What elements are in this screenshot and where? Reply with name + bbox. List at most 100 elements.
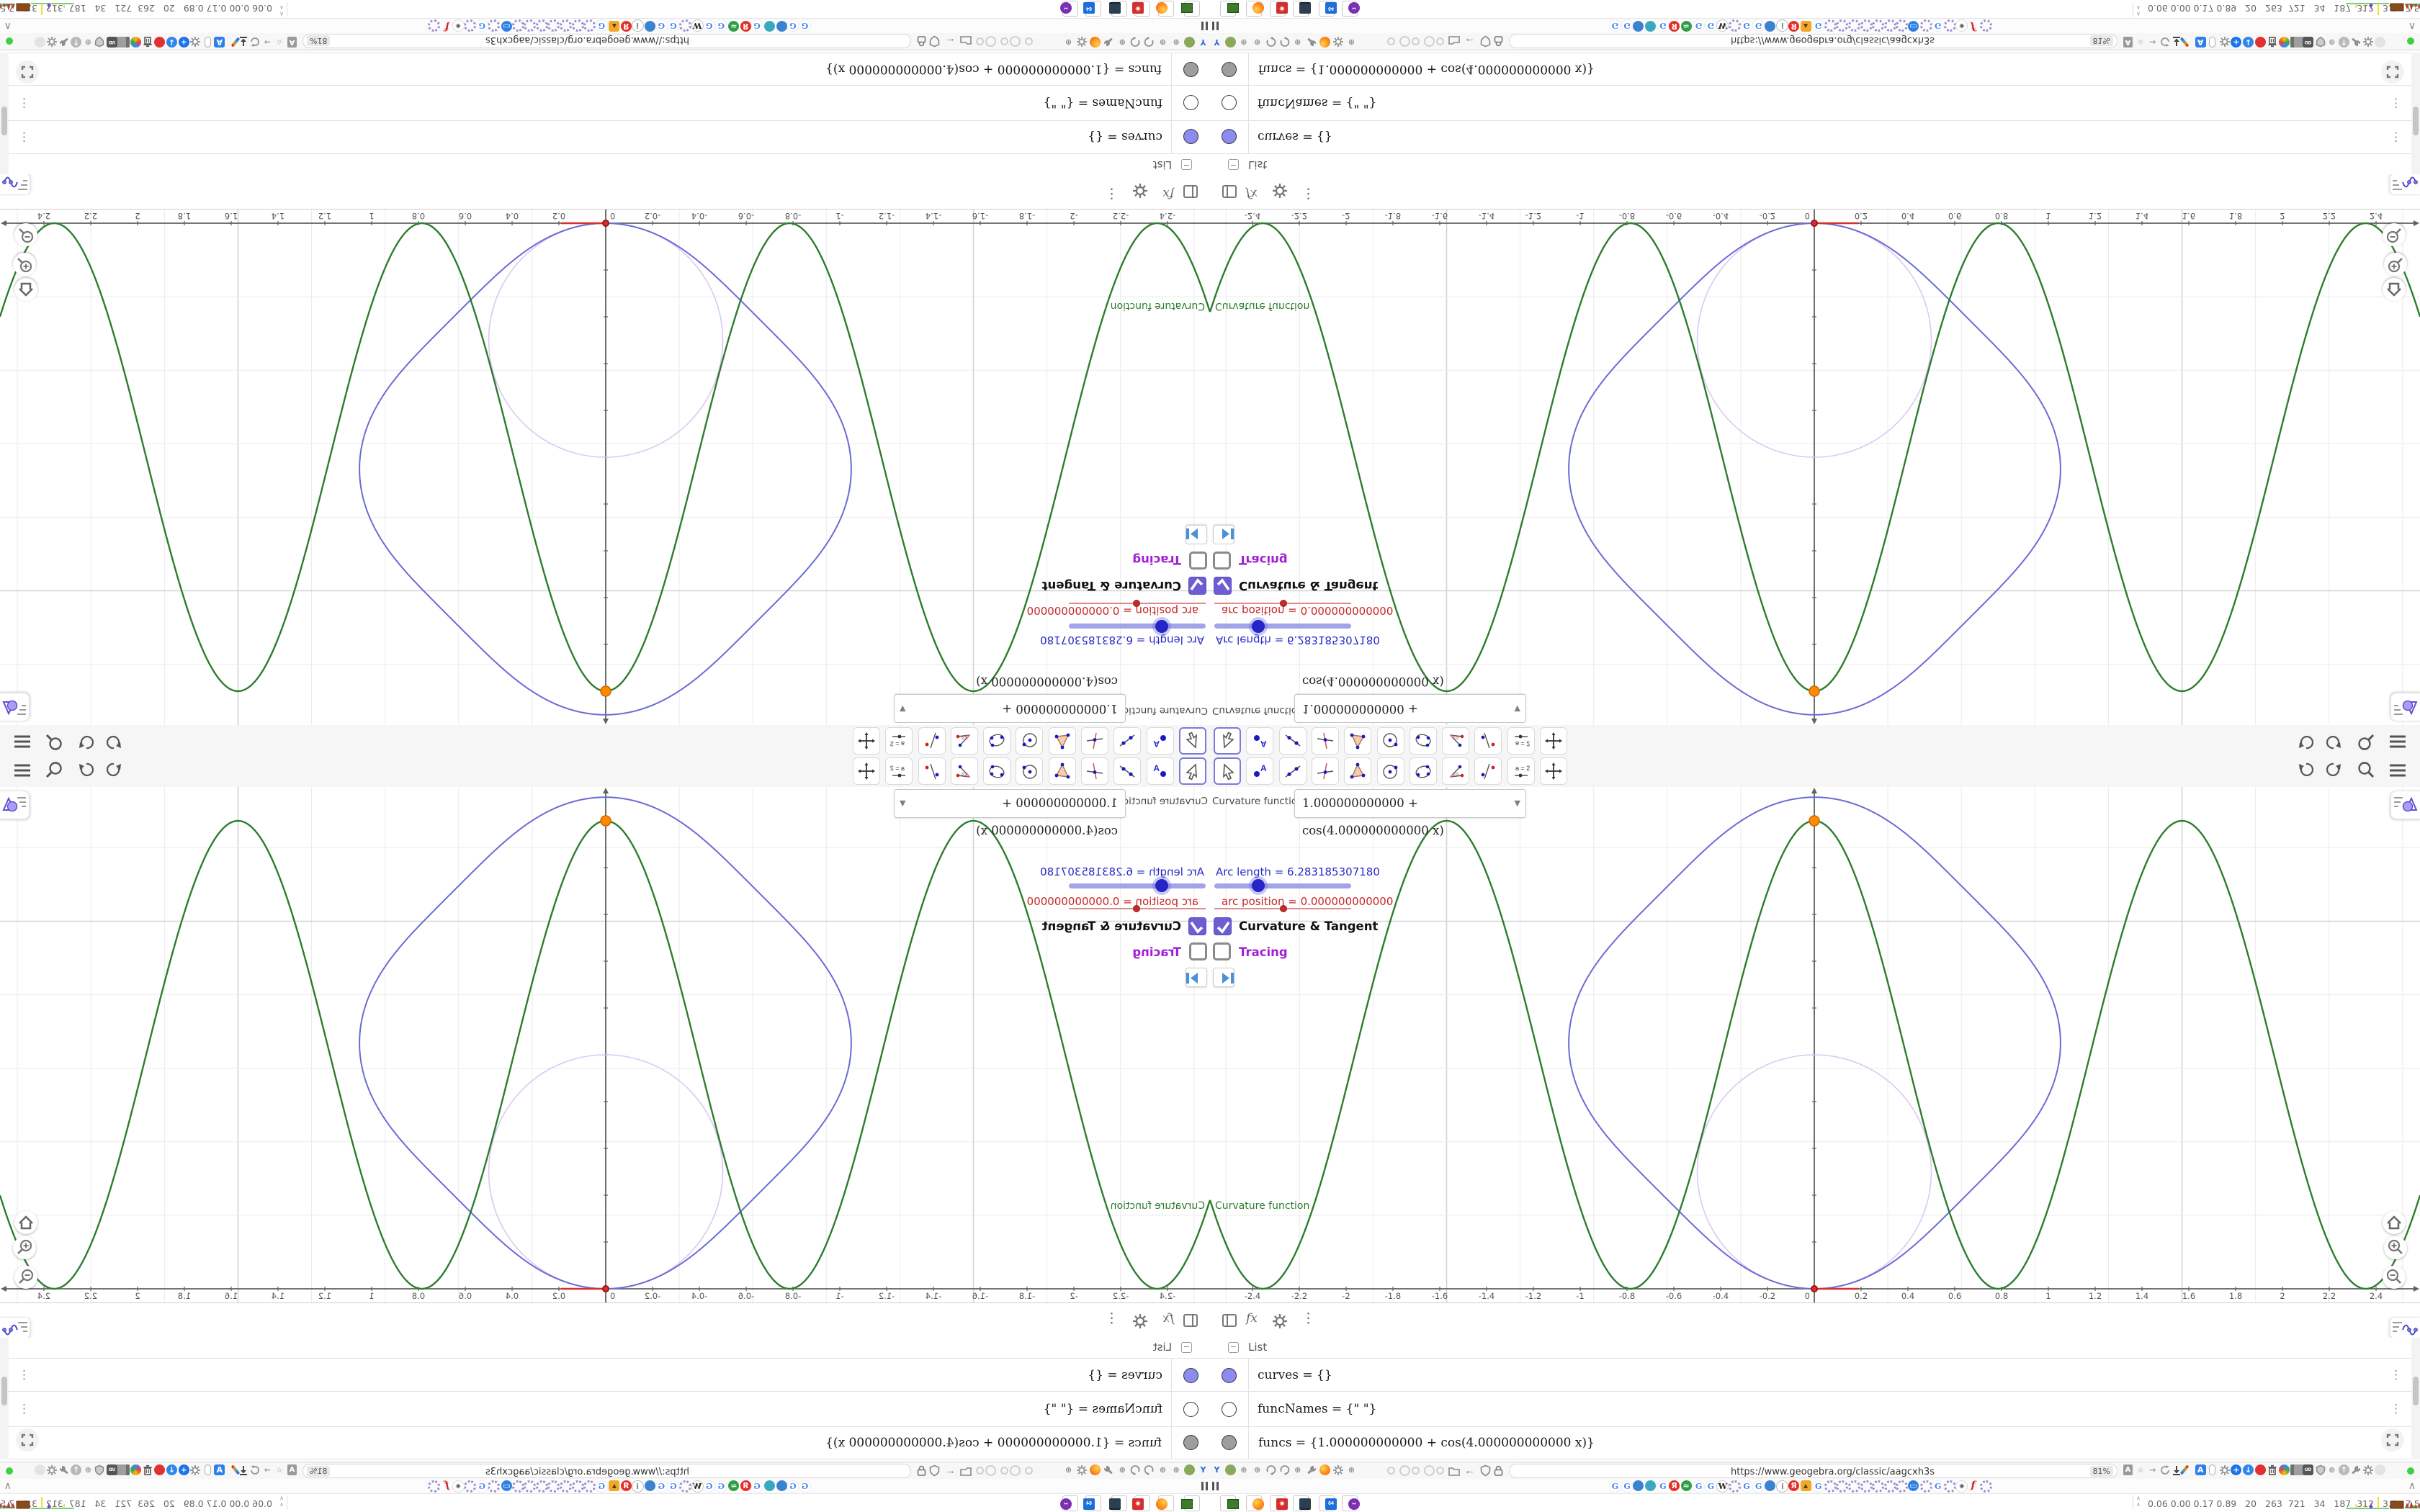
arc-length-slider-knob[interactable]	[1252, 620, 1265, 633]
scrollbar-thumb[interactable]	[2413, 1377, 2419, 1405]
fx-icon[interactable]: fx	[1246, 1311, 1258, 1326]
settings-app-icon[interactable]: ✷	[1270, 1495, 1288, 1511]
angle-tool[interactable]: α	[1442, 757, 1470, 785]
ellipse-tool[interactable]	[1409, 757, 1437, 785]
bookmark-favicon-G[interactable]: G	[1740, 1480, 1753, 1493]
bookmark-star-icon[interactable]: ☆	[2136, 35, 2148, 48]
globe-icon[interactable]: ⊕	[1346, 1464, 1358, 1477]
redo-icon[interactable]	[75, 760, 97, 782]
reflect-tool[interactable]	[918, 727, 946, 755]
curvature-function-input[interactable]: 1.000000000000 + cos(4.000000000000 x) ▼	[894, 789, 1126, 837]
dropdown-caret-icon[interactable]: ▼	[900, 695, 905, 722]
mouse-icon[interactable]	[201, 1464, 213, 1477]
bookmark-favicon-teal[interactable]	[763, 20, 776, 32]
faded-extension-dot-icon[interactable]	[972, 1467, 984, 1479]
circle-tool[interactable]	[1016, 727, 1044, 755]
point-tool[interactable]: A	[1246, 727, 1274, 755]
curvature-tangent-checkbox[interactable]	[1188, 917, 1206, 935]
adblock-icon[interactable]	[153, 35, 166, 48]
bookmark-favicon-ring[interactable]	[679, 1480, 691, 1493]
reader-icon[interactable]: A	[284, 1464, 297, 1477]
play-animation-button[interactable]	[1186, 525, 1207, 544]
pin-icon[interactable]: Y	[1196, 1464, 1209, 1477]
translate-icon[interactable]: A	[212, 1464, 225, 1477]
bookmark-star-icon[interactable]: ☆	[272, 35, 284, 48]
zoom-in-icon[interactable]	[2384, 253, 2407, 276]
bookmark-favicon-G[interactable]: G	[1657, 19, 1670, 32]
bookmark-favicon-ya[interactable]: Я	[620, 20, 632, 32]
bookmark-favicon-blue[interactable]	[1764, 1480, 1776, 1492]
angle-tool[interactable]: α	[950, 727, 978, 755]
visibility-toggle[interactable]	[1222, 1435, 1237, 1450]
bookmark-favicon-ring[interactable]	[1848, 19, 1860, 32]
bookmark-favicon-G[interactable]: G	[1693, 19, 1706, 32]
shield2-icon[interactable]	[93, 1464, 105, 1477]
rotate-icon[interactable]	[1142, 35, 1155, 48]
highlighter-icon[interactable]	[225, 1464, 241, 1477]
visibility-toggle[interactable]	[1183, 1435, 1198, 1450]
bookmark-favicon-ring[interactable]	[1848, 1480, 1860, 1493]
bookmark-favicon-G[interactable]: G	[1812, 1480, 1825, 1493]
arc-length-slider[interactable]	[1214, 883, 1351, 888]
bookmark-favicon-G[interactable]: G	[667, 19, 680, 32]
sidebar-icon[interactable]	[2290, 1464, 2305, 1477]
bookmark-favicon-G[interactable]: G	[703, 1480, 716, 1493]
play-animation-button[interactable]	[1213, 968, 1234, 987]
share-icon[interactable]: ↑	[2338, 1464, 2351, 1477]
algebra-row-curves[interactable]: curves = {} ⋮	[1210, 120, 2420, 153]
lock-icon[interactable]	[1492, 35, 1505, 48]
globe-icon[interactable]: ⊕	[1062, 1464, 1074, 1477]
bookmark-favicon-photo[interactable]: ▲	[608, 20, 620, 32]
bookmark-favicon-ring[interactable]	[560, 1480, 572, 1493]
bookmark-favicon-G[interactable]: G	[1609, 19, 1621, 32]
zoom-out-icon[interactable]	[2383, 223, 2406, 246]
wrench-icon[interactable]	[1102, 1464, 1114, 1477]
url-bar[interactable]: https://www.geogebra.org/classic/aagcxh3…	[302, 34, 911, 48]
floppy64-app-icon[interactable]: 64	[1319, 1495, 1337, 1511]
line-tool[interactable]	[1113, 757, 1142, 785]
faded-extension-dot-icon[interactable]	[984, 35, 996, 47]
arc-position-slider-knob[interactable]	[1133, 905, 1140, 912]
gear-icon[interactable]	[2219, 1464, 2231, 1477]
row-kebab-icon[interactable]: ⋮	[2390, 130, 2402, 144]
bookmark-favicon-ring[interactable]	[511, 1480, 524, 1493]
move-graphics-tool[interactable]	[1540, 727, 1567, 755]
visibility-toggle[interactable]	[1183, 1402, 1198, 1417]
recorder-app-icon[interactable]	[1109, 1495, 1127, 1511]
graphics-view[interactable]: -2.4 -2.2 -2 -1.8 -1.6 -1.4 -1.2 -1 -0.8 -0.6 -0.4…	[1210, 210, 2420, 725]
bookmark-favicon-ring[interactable]	[1860, 19, 1873, 32]
bookmark-favicon-green[interactable]: ≈	[727, 1480, 740, 1492]
sidebar-icon[interactable]	[2290, 35, 2305, 48]
redo-icon[interactable]	[2323, 730, 2345, 752]
bookmark-favicon-ring[interactable]	[1824, 1480, 1837, 1493]
gear-icon[interactable]	[45, 1464, 58, 1477]
arc-length-slider[interactable]	[1214, 624, 1351, 629]
bookmark-favicon-blue[interactable]	[644, 1480, 656, 1492]
firefox-app-icon[interactable]	[1156, 1, 1174, 17]
visibility-toggle[interactable]	[1222, 95, 1237, 110]
point-tool[interactable]: A	[1246, 757, 1274, 785]
bookmark-favicon-gearD[interactable]: ✷	[452, 1480, 465, 1493]
menu-icon[interactable]	[2387, 730, 2408, 752]
zoom-in-icon[interactable]	[13, 1236, 36, 1259]
search-icon[interactable]	[2355, 760, 2377, 782]
recorder-app-icon[interactable]	[1293, 1495, 1311, 1511]
gear-icon[interactable]	[1271, 180, 1289, 199]
cat-app-icon[interactable]: ••	[1060, 1, 1078, 17]
pin-icon[interactable]: Y	[1211, 35, 1224, 48]
firefox-app-icon[interactable]	[1246, 1495, 1264, 1511]
pin-icon[interactable]: Y	[1211, 1464, 1224, 1477]
undo-icon[interactable]	[2295, 730, 2316, 752]
bookmark-favicon-G[interactable]: G	[1704, 19, 1717, 32]
bookmark-favicon-G[interactable]: G	[799, 19, 811, 32]
algebra-row-funcnames[interactable]: funcNames = {" "} ⋮	[0, 85, 1210, 120]
gear-icon[interactable]	[2362, 35, 2375, 48]
userscript-icon[interactable]: UD	[2303, 1464, 2315, 1477]
arc-position-slider-knob[interactable]	[1280, 600, 1287, 607]
share-icon[interactable]: ↑	[69, 35, 82, 48]
perpendicular-line-tool[interactable]	[1081, 757, 1109, 785]
bookmark-favicon-ya[interactable]: Я	[1788, 1480, 1800, 1492]
faded-extension-dot-icon[interactable]	[1387, 1467, 1399, 1479]
trash-icon[interactable]	[141, 35, 153, 48]
algebra-view-logo-icon[interactable]	[0, 174, 30, 195]
